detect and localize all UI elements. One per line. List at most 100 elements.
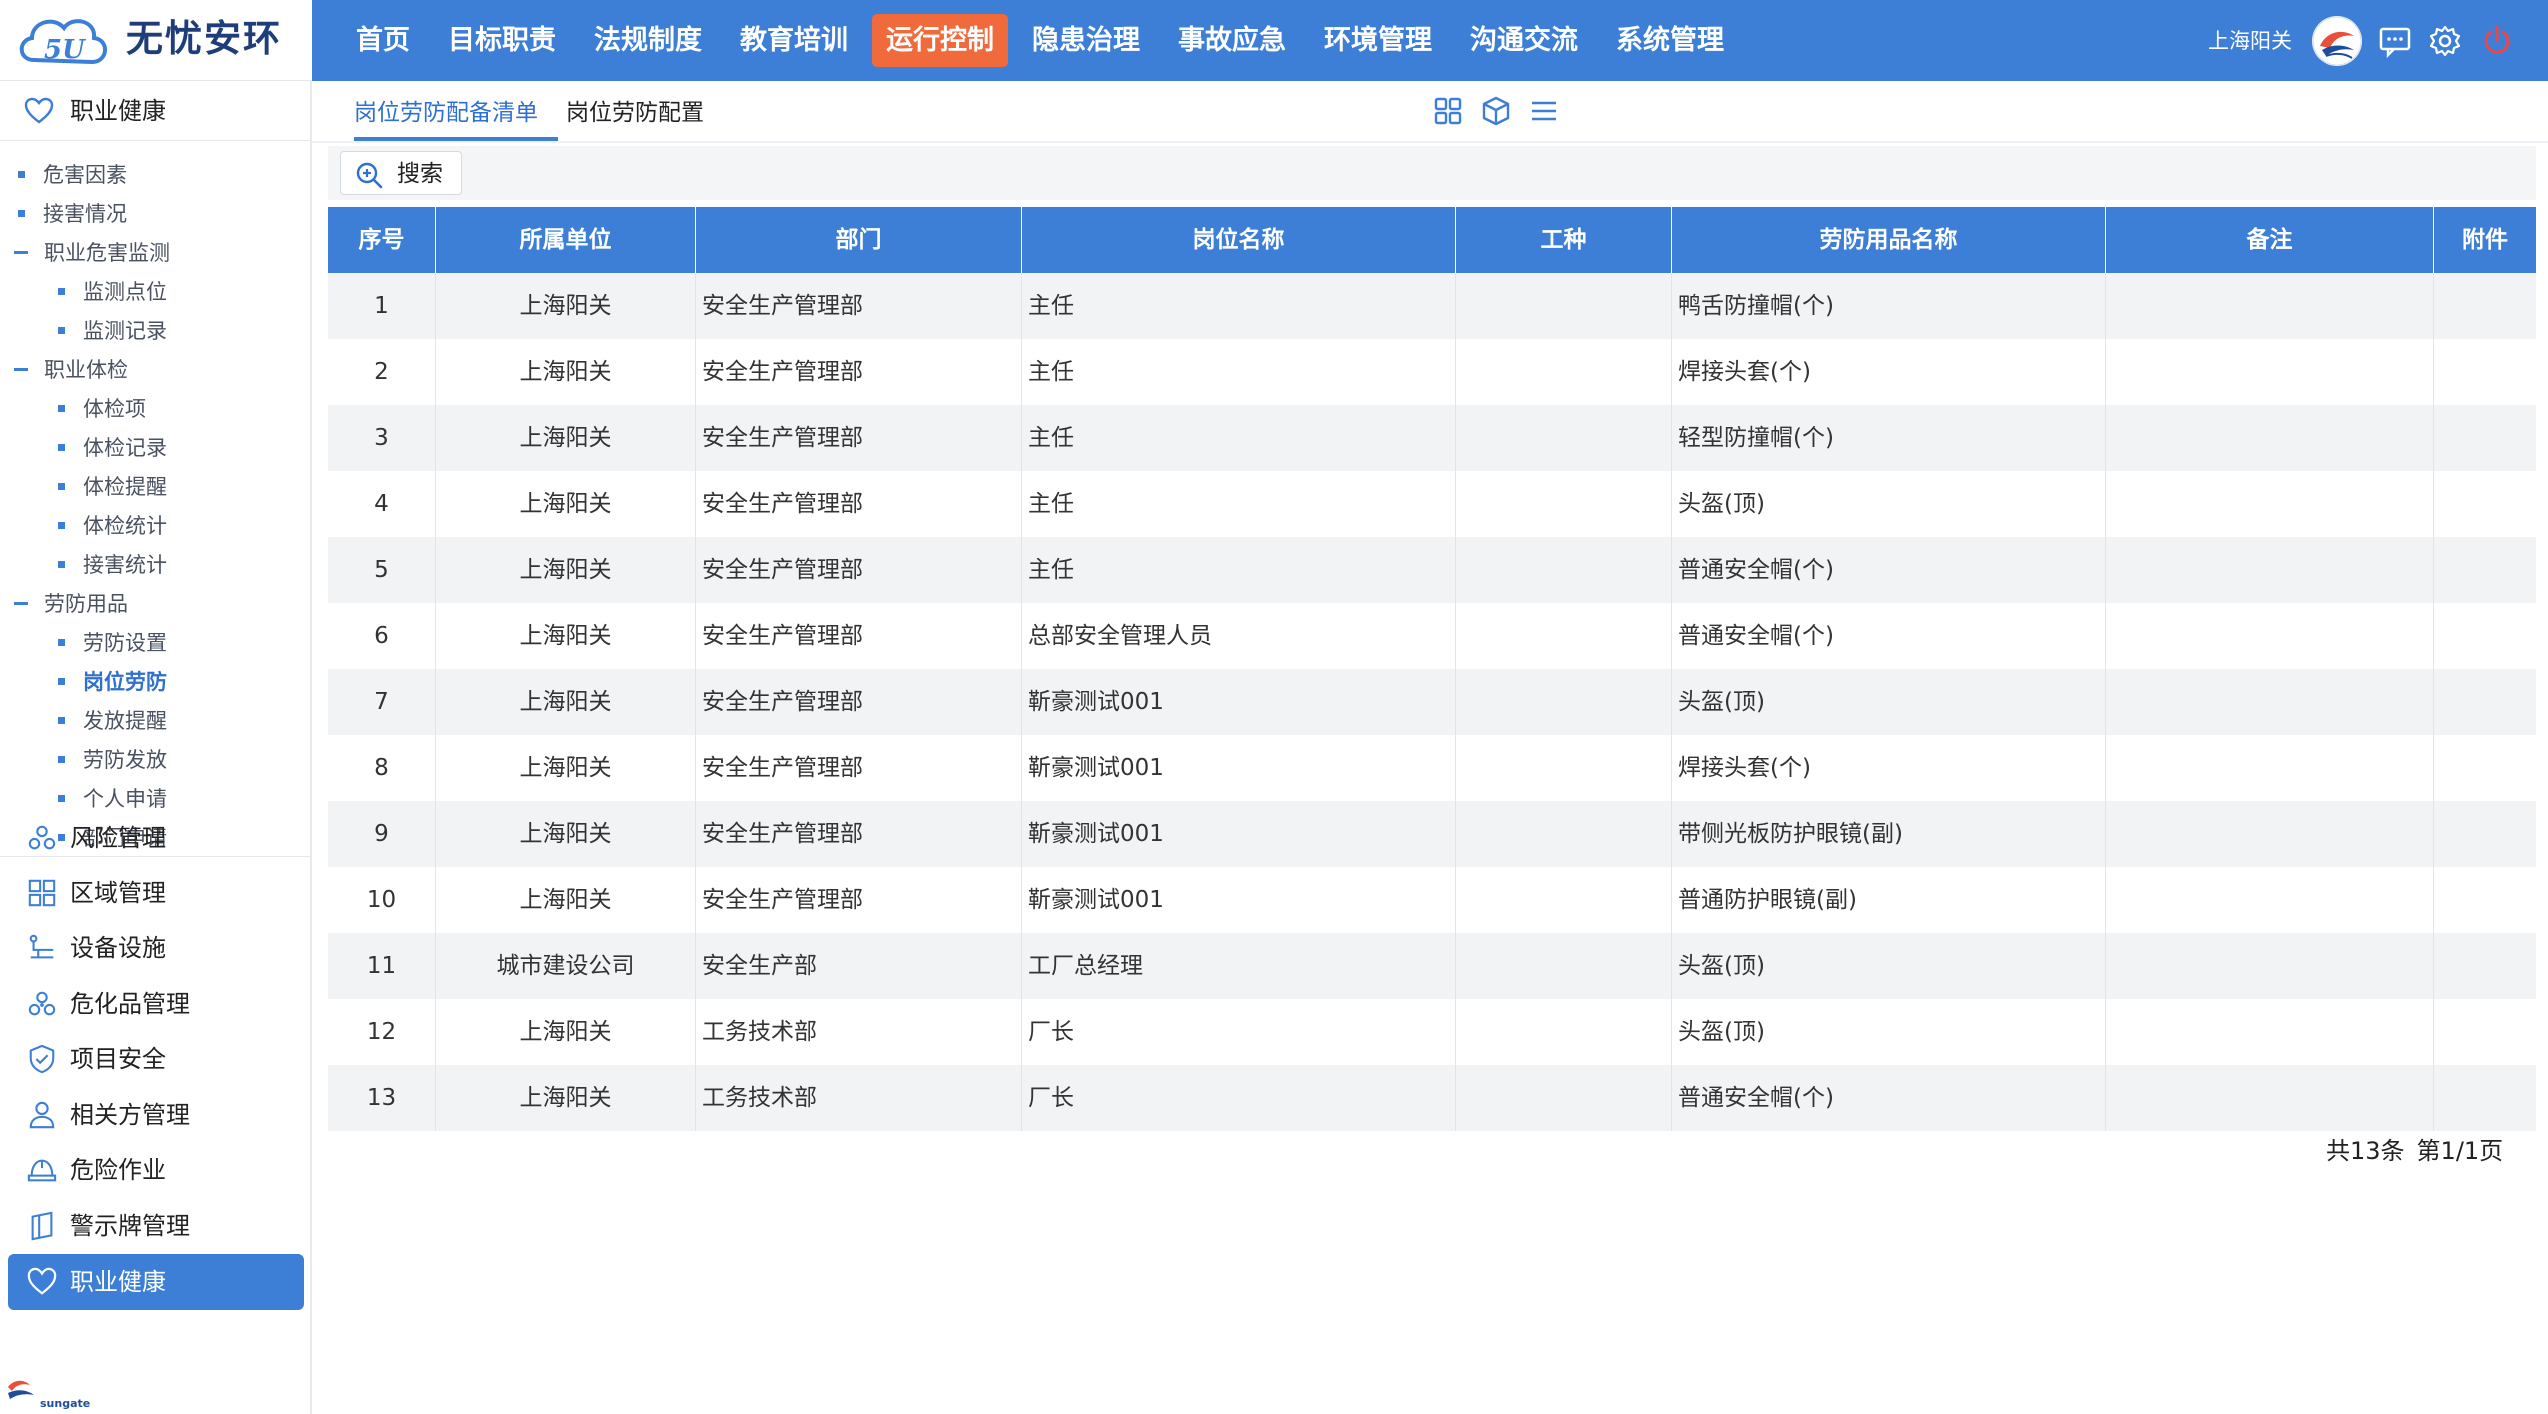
sidebar-module-person[interactable]: 相关方管理 (8, 1087, 304, 1143)
cell-attachment (2434, 273, 2536, 339)
column-header-index[interactable]: 序号 (328, 207, 436, 273)
logo-mark-icon: 5U (19, 19, 107, 65)
cell-attachment (2434, 603, 2536, 669)
sidebar-tree-item[interactable]: 发放提醒 (58, 703, 167, 739)
column-header-ppe-name[interactable]: 劳防用品名称 (1672, 207, 2106, 273)
cell-unit: 上海阳关 (436, 273, 696, 339)
column-header-remark[interactable]: 备注 (2106, 207, 2434, 273)
cell-work-type (1456, 273, 1672, 339)
sidebar-tree-item[interactable]: 体检提醒 (58, 469, 167, 505)
sidebar-tree-label: 监测记录 (83, 319, 167, 343)
sidebar-module-helmet[interactable]: 危险作业 (8, 1142, 304, 1198)
sidebar-header[interactable]: 职业健康 (0, 81, 310, 141)
sidebar-tree-item[interactable]: 接害情况 (18, 196, 127, 232)
sidebar-tree-label: 接害情况 (43, 202, 127, 226)
user-avatar[interactable] (2312, 16, 2362, 66)
nav-item-environment[interactable]: 环境管理 (1310, 14, 1446, 67)
cell-index: 2 (328, 339, 436, 405)
sidebar-module-grid[interactable]: 区域管理 (8, 865, 304, 921)
cell-position: 主任 (1022, 537, 1456, 603)
gear-icon[interactable] (2428, 24, 2462, 58)
sidebar-tree-item[interactable]: 监测点位 (58, 274, 167, 310)
sidebar-tree-item[interactable]: 劳防用品 (14, 586, 128, 622)
column-header-unit[interactable]: 所属单位 (436, 207, 696, 273)
nav-item-system[interactable]: 系统管理 (1602, 14, 1738, 67)
table-row[interactable]: 6 上海阳关 安全生产管理部 总部安全管理人员 普通安全帽(个) (328, 603, 2536, 669)
table-row[interactable]: 13 上海阳关 工务技术部 厂长 普通安全帽(个) (328, 1065, 2536, 1131)
table-row[interactable]: 10 上海阳关 安全生产管理部 靳豪测试001 普通防护眼镜(副) (328, 867, 2536, 933)
sidebar-tree-item[interactable]: 体检项 (58, 391, 146, 427)
table-row[interactable]: 9 上海阳关 安全生产管理部 靳豪测试001 带侧光板防护眼镜(副) (328, 801, 2536, 867)
cell-department: 安全生产管理部 (696, 867, 1022, 933)
cell-ppe-name: 普通安全帽(个) (1672, 603, 2106, 669)
active-tab-indicator (354, 137, 558, 141)
column-header-attachment[interactable]: 附件 (2434, 207, 2536, 273)
table-row[interactable]: 11 城市建设公司 安全生产部 工厂总经理 头盔(顶) (328, 933, 2536, 999)
avatar-logo-icon (2312, 16, 2362, 66)
power-icon[interactable] (2480, 24, 2514, 58)
sidebar-tree-item[interactable]: 体检统计 (58, 508, 167, 544)
nav-item-regulations[interactable]: 法规制度 (580, 14, 716, 67)
column-header-department[interactable]: 部门 (696, 207, 1022, 273)
table-row[interactable]: 4 上海阳关 安全生产管理部 主任 头盔(顶) (328, 471, 2536, 537)
sidebar-module-hazard[interactable]: 危化品管理 (8, 976, 304, 1032)
sidebar-tree-item[interactable]: 职业危害监测 (14, 235, 170, 271)
nav-item-accident-emergency[interactable]: 事故应急 (1164, 14, 1300, 67)
nav-item-objectives[interactable]: 目标职责 (434, 14, 570, 67)
nav-item-communication[interactable]: 沟通交流 (1456, 14, 1592, 67)
sidebar-tree-item[interactable]: 劳防设置 (58, 625, 167, 661)
cell-ppe-name: 普通防护眼镜(副) (1672, 867, 2106, 933)
sidebar-tree-item[interactable]: 接害统计 (58, 547, 167, 583)
sidebar-tree-item[interactable]: 体检记录 (58, 430, 167, 466)
table-row[interactable]: 3 上海阳关 安全生产管理部 主任 轻型防撞帽(个) (328, 405, 2536, 471)
sidebar-tree-label: 体检记录 (83, 436, 167, 460)
nav-item-hazard-governance[interactable]: 隐患治理 (1018, 14, 1154, 67)
table-row[interactable]: 8 上海阳关 安全生产管理部 靳豪测试001 焊接头套(个) (328, 735, 2536, 801)
sidebar-tree-item[interactable]: 劳防发放 (58, 742, 167, 778)
bullet-icon (18, 171, 25, 178)
nav-item-training[interactable]: 教育培训 (726, 14, 862, 67)
zoom-in-search-icon (356, 162, 383, 189)
table-row[interactable]: 2 上海阳关 安全生产管理部 主任 焊接头套(个) (328, 339, 2536, 405)
sidebar-module-risk[interactable]: 风险管理 (8, 810, 304, 866)
table-row[interactable]: 1 上海阳关 安全生产管理部 主任 鸭舌防撞帽(个) (328, 273, 2536, 339)
sidebar-module-shield[interactable]: 项目安全 (8, 1031, 304, 1087)
nav-item-operation-control[interactable]: 运行控制 (872, 14, 1008, 67)
sidebar-tree-item[interactable]: 岗位劳防 (58, 664, 167, 700)
sidebar-module-label: 职业健康 (70, 1268, 166, 1296)
cell-work-type (1456, 1065, 1672, 1131)
sidebar-tree-label: 体检提醒 (83, 475, 167, 499)
sidebar: 职业健康 危害因素接害情况职业危害监测 监测点位监测记录职业体检 体检项体检记录体检… (0, 81, 312, 1414)
list-view-icon[interactable] (1528, 95, 1560, 127)
sidebar-tree-item[interactable]: 危害因素 (18, 157, 127, 193)
sidebar-module-label: 项目安全 (70, 1045, 166, 1073)
content-tabs: 岗位劳防配备清单 岗位劳防配置 (312, 81, 2548, 143)
column-header-work-type[interactable]: 工种 (1456, 207, 1672, 273)
table-row[interactable]: 7 上海阳关 安全生产管理部 靳豪测试001 头盔(顶) (328, 669, 2536, 735)
cell-position: 靳豪测试001 (1022, 735, 1456, 801)
cell-work-type (1456, 405, 1672, 471)
sign-icon (31, 1211, 53, 1241)
cell-remark (2106, 933, 2434, 999)
message-icon[interactable] (2378, 24, 2412, 58)
table-row[interactable]: 5 上海阳关 安全生产管理部 主任 普通安全帽(个) (328, 537, 2536, 603)
sidebar-tree-label: 个人申请 (83, 787, 167, 811)
logo[interactable]: 5U 无忧安环 (0, 0, 312, 81)
cell-department: 安全生产管理部 (696, 273, 1022, 339)
table-row[interactable]: 12 上海阳关 工务技术部 厂长 头盔(顶) (328, 999, 2536, 1065)
sidebar-tree-item[interactable]: 监测记录 (58, 313, 167, 349)
tab-position-ppe-config[interactable]: 岗位劳防配置 (566, 93, 704, 133)
sidebar-title: 职业健康 (70, 97, 166, 125)
tab-position-ppe-list[interactable]: 岗位劳防配备清单 (354, 93, 538, 133)
sidebar-module-heart[interactable]: 职业健康 (8, 1254, 304, 1310)
column-header-position[interactable]: 岗位名称 (1022, 207, 1456, 273)
grid-view-icon[interactable] (1432, 95, 1464, 127)
sidebar-module-sign[interactable]: 警示牌管理 (8, 1198, 304, 1254)
search-button[interactable]: 搜索 (340, 151, 462, 195)
sidebar-tree-item[interactable]: 职业体检 (14, 352, 128, 388)
cell-department: 安全生产管理部 (696, 603, 1022, 669)
cube-view-icon[interactable] (1480, 95, 1512, 127)
sidebar-module-equipment[interactable]: 设备设施 (8, 920, 304, 976)
nav-item-home[interactable]: 首页 (342, 14, 424, 67)
cell-attachment (2434, 471, 2536, 537)
